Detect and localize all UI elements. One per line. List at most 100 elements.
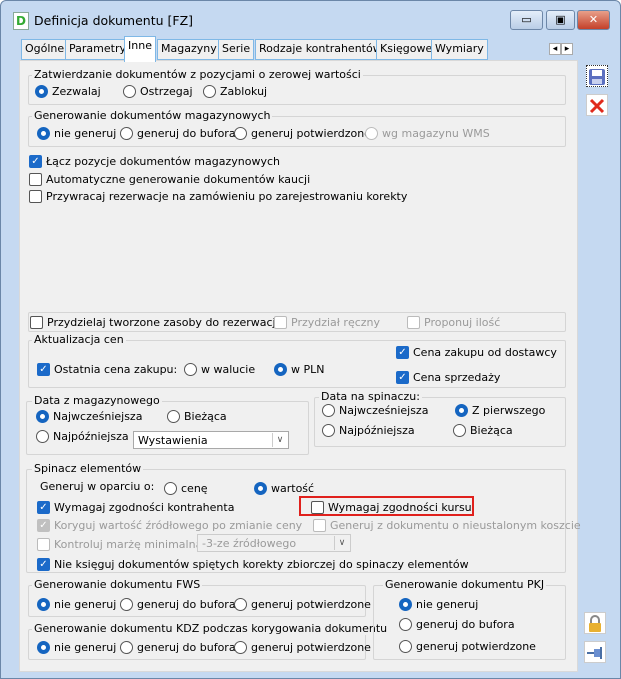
label: Zezwalaj xyxy=(52,84,101,98)
label: cenę xyxy=(181,481,208,495)
label: Przydzielaj tworzone zasoby do rezerwacj… xyxy=(47,315,279,329)
radio-ostrzegaj[interactable]: Ostrzegaj xyxy=(123,83,193,99)
clip-legend: Spinacz elementów xyxy=(32,462,144,475)
checkbox-przywracaj-rezerwacje[interactable]: Przywracaj rezerwacje na zamówieniu po z… xyxy=(29,188,407,204)
label: Zablokuj xyxy=(220,84,268,98)
label: generuj potwierdzone xyxy=(416,639,536,653)
label: generuj do bufora xyxy=(137,126,236,140)
radio-zablokuj[interactable]: Zablokuj xyxy=(203,83,267,99)
save-button[interactable] xyxy=(586,65,608,87)
radio-pkj-do-bufora[interactable]: generuj do bufora xyxy=(399,616,515,632)
label: generuj do bufora xyxy=(416,617,515,631)
warehouse-gen-legend: Generowanie dokumentów magazynowych xyxy=(32,109,273,122)
radio-pkj-potwierdzone[interactable]: generuj potwierdzone xyxy=(399,638,536,654)
fws-legend: Generowanie dokumentu FWS xyxy=(32,578,203,591)
checkbox-cena-zakupu-dostawcy[interactable]: ✓ Cena zakupu od dostawcy xyxy=(396,344,557,360)
label: nie generuj xyxy=(54,640,117,654)
radio-dwh-najwczesniejsza[interactable]: Najwcześniejsza xyxy=(36,408,142,424)
close-icon xyxy=(589,98,605,114)
pkj-legend: Generowanie dokumentu PKJ xyxy=(383,578,547,591)
checkbox-kontroluj-marze: Kontroluj marżę minimalną xyxy=(37,536,202,552)
checkbox-lacz-pozycje[interactable]: ✓ Łącz pozycje dokumentów magazynowych xyxy=(29,153,280,169)
radio-fws-potwierdzone[interactable]: generuj potwierdzone xyxy=(234,596,371,612)
label: Wymagaj zgodności kursu xyxy=(328,500,472,514)
radio-dc-najwczesniejsza[interactable]: Najwcześniejsza xyxy=(322,402,428,418)
tab-inne[interactable]: Inne xyxy=(124,36,156,62)
label: Wymagaj zgodności kontrahenta xyxy=(54,500,235,514)
based-on-label: Generuj w oparciu o: xyxy=(40,480,155,493)
label: w walucie xyxy=(201,362,256,376)
cancel-button[interactable] xyxy=(586,94,608,116)
checkbox-ostatnia-cena[interactable]: ✓ Ostatnia cena zakupu: xyxy=(37,361,177,377)
label: Przywracaj rezerwacje na zamówieniu po z… xyxy=(46,189,408,203)
radio-kdz-do-bufora[interactable]: generuj do bufora xyxy=(120,639,236,655)
checkbox-zgodnosc-kontrahenta[interactable]: ✓ Wymagaj zgodności kontrahenta xyxy=(37,499,234,515)
radio-zezwalaj[interactable]: Zezwalaj xyxy=(35,83,101,99)
checkbox-automatyczne-kaucji[interactable]: Automatyczne generowanie dokumentów kauc… xyxy=(29,171,310,187)
radio-pkj-nie-generuj[interactable]: nie generuj xyxy=(399,596,478,612)
radio-generuj-potwierdzone[interactable]: generuj potwierdzone xyxy=(234,125,371,141)
checkbox-zgodnosc-kursu[interactable]: Wymagaj zgodności kursu xyxy=(311,499,472,515)
label: nie generuj xyxy=(54,126,117,140)
tab-ksiegowe[interactable]: Księgowe xyxy=(376,39,437,60)
window: D Definicja dokumentu [FZ] ▭ ▣ ✕ Ogólne … xyxy=(0,0,621,679)
minimize-button[interactable]: ▭ xyxy=(510,10,543,30)
maximize-button[interactable]: ▣ xyxy=(546,10,575,30)
tab-parametry[interactable]: Parametry xyxy=(65,39,130,60)
radio-dc-najpozniejsza[interactable]: Najpóźniejsza xyxy=(322,422,415,438)
radio-dc-z-pierwszego[interactable]: Z pierwszego xyxy=(455,402,545,418)
label: Z pierwszego xyxy=(472,403,546,417)
checkbox-przydzial-reczny: Przydział ręczny xyxy=(274,314,380,330)
label: Nie księguj dokumentów spiętych korekty … xyxy=(54,557,469,571)
label: Generuj z dokumentu o nieustalonym koszc… xyxy=(330,518,581,532)
checkbox-cena-sprzedazy[interactable]: ✓ Cena sprzedaży xyxy=(396,369,500,385)
checkbox-przydzielaj-zasoby[interactable]: Przydzielaj tworzone zasoby do rezerwacj… xyxy=(30,314,279,330)
close-button[interactable]: ✕ xyxy=(577,10,610,30)
prices-legend: Aktualizacja cen xyxy=(32,333,126,346)
kdz-legend: Generowanie dokumentu KDZ podczas korygo… xyxy=(32,622,390,635)
label: Proponuj ilość xyxy=(424,315,501,329)
label: Najwcześniejsza xyxy=(53,409,143,423)
tab-scroll-left[interactable]: ◂ xyxy=(549,43,561,55)
tab-scroll-right[interactable]: ▸ xyxy=(561,43,573,55)
radio-kdz-nie-generuj[interactable]: nie generuj xyxy=(37,639,116,655)
radio-dwh-biezaca[interactable]: Bieżąca xyxy=(167,408,227,424)
label: nie generuj xyxy=(54,597,117,611)
save-icon xyxy=(589,69,605,85)
lock-button[interactable] xyxy=(584,612,606,634)
label: generuj do bufora xyxy=(137,597,236,611)
label: wartość xyxy=(271,481,315,495)
checkbox-generuj-nieustalony-koszt: Generuj z dokumentu o nieustalonym koszc… xyxy=(313,517,581,533)
tab-serie[interactable]: Serie xyxy=(218,39,255,60)
radio-generuj-do-bufora[interactable]: generuj do bufora xyxy=(120,125,236,141)
select-value: Wystawienia xyxy=(138,434,208,447)
radio-wartosc[interactable]: wartość xyxy=(254,480,314,496)
tab-magazyny[interactable]: Magazyny xyxy=(157,39,221,60)
label: generuj potwierdzone xyxy=(251,126,371,140)
zero-value-legend: Zatwierdzanie dokumentów z pozycjami o z… xyxy=(32,68,363,81)
checkbox-proponuj-ilosc: Proponuj ilość xyxy=(407,314,500,330)
pin-button[interactable] xyxy=(584,641,606,663)
label: Koryguj wartość źródłowego po zmianie ce… xyxy=(54,518,303,532)
tab-rodzaje-kontrahentow[interactable]: Rodzaje kontrahentów xyxy=(255,39,386,60)
label: Ostrzegaj xyxy=(140,84,193,98)
radio-fws-do-bufora[interactable]: generuj do bufora xyxy=(120,596,236,612)
radio-fws-nie-generuj[interactable]: nie generuj xyxy=(37,596,116,612)
radio-nie-generuj[interactable]: nie generuj xyxy=(37,125,116,141)
date-wh-select[interactable]: Wystawienia ∨ xyxy=(133,431,289,449)
radio-cene[interactable]: cenę xyxy=(164,480,208,496)
radio-w-walucie[interactable]: w walucie xyxy=(184,361,255,377)
lock-icon xyxy=(589,615,601,632)
label: Najpóźniejsza xyxy=(339,423,415,437)
tab-wymiary[interactable]: Wymiary xyxy=(431,39,488,60)
radio-dwh-najpozniejsza[interactable]: Najpóźniejsza xyxy=(36,428,129,444)
radio-kdz-potwierdzone[interactable]: generuj potwierdzone xyxy=(234,639,371,655)
label: Najwcześniejsza xyxy=(339,403,429,417)
label: Ostatnia cena zakupu: xyxy=(54,362,178,376)
label: Przydział ręczny xyxy=(291,315,381,329)
radio-w-pln[interactable]: w PLN xyxy=(274,361,324,377)
checkbox-koryguj-wartosc: ✓ Koryguj wartość źródłowego po zmianie c… xyxy=(37,517,302,533)
tab-ogolne[interactable]: Ogólne xyxy=(21,39,69,60)
radio-dc-biezaca[interactable]: Bieżąca xyxy=(453,422,513,438)
checkbox-nie-ksieguj[interactable]: ✓ Nie księguj dokumentów spiętych korekty… xyxy=(37,556,469,572)
